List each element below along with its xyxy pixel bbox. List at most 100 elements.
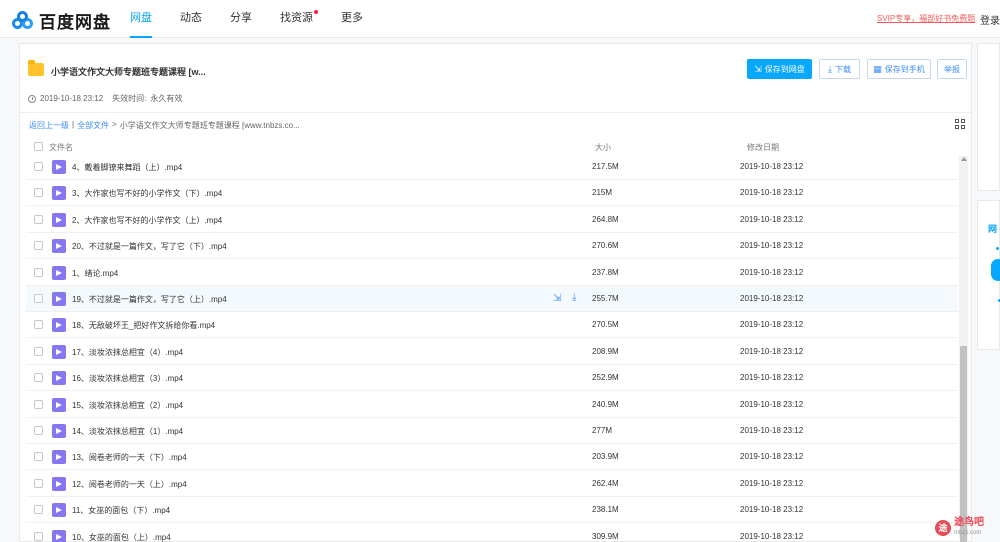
decor-dot [996,247,999,250]
table-row[interactable]: 1、绪论.mp4 237.8M 2019-10-18 23:12 [26,260,958,286]
table-row[interactable]: 15、淡妆浓抹总相宜（2）.mp4 240.9M 2019-10-18 23:12 [26,392,958,418]
column-header-date[interactable]: 修改日期 [747,142,779,153]
table-row[interactable]: 2、大作家也写不好的小学作文（上）.mp4 264.8M 2019-10-18 23… [26,207,958,233]
row-checkbox[interactable] [34,399,43,409]
file-name[interactable]: 14、淡妆浓抹总相宜（1）.mp4 [72,426,183,437]
watermark-text: 途鸟吧 tnbzs.com [954,518,984,538]
file-name[interactable]: 2、大作家也写不好的小学作文（上）.mp4 [72,215,222,226]
report-button[interactable]: 举报 [937,59,967,79]
svip-promo-link[interactable]: SVIP专享，福部好书免费题 [877,13,975,24]
table-header: 文件名 大小 修改日期 [26,139,958,154]
table-row[interactable]: 12、阅卷老师的一天（上）.mp4 262.4M 2019-10-18 23:12 [26,471,958,497]
file-size: 238.1M [592,505,619,515]
file-name[interactable]: 10、女巫的面包（上）.mp4 [72,532,171,542]
file-name[interactable]: 4、戴着脚镣来舞蹈（上）.mp4 [72,162,182,173]
column-header-name[interactable]: 文件名 [49,142,73,153]
file-name[interactable]: 12、阅卷老师的一天（上）.mp4 [72,479,187,490]
grid-view-icon[interactable] [955,119,965,129]
nav-netdisk[interactable]: 网盘 [130,0,152,38]
nav-find-resources[interactable]: 找资源 [280,0,318,38]
folder-icon [28,60,44,76]
file-date: 2019-10-18 23:12 [740,162,804,171]
row-checkbox[interactable] [34,426,43,435]
file-name[interactable]: 19、不过就是一篇作文，写了它（上）.mp4 [72,294,227,305]
file-name[interactable]: 20、不过就是一篇作文，写了它（下）.mp4 [72,241,227,252]
row-checkbox[interactable] [34,478,43,488]
row-checkbox[interactable] [34,294,43,303]
file-size: 262.4M [592,478,619,488]
table-row[interactable]: 19、不过就是一篇作文，写了它（上）.mp4 ⇲ ⤓ 255.7M 2019-10-18… [26,286,958,312]
table-row[interactable]: 10、女巫的面包（上）.mp4 309.9M 2019-10-18 23:12 [26,524,958,542]
table-row[interactable]: 14、淡妆浓抹总相宜（1）.mp4 277M 2019-10-18 23:12 [26,418,958,444]
table-row[interactable]: 20、不过就是一篇作文，写了它（下）.mp4 270.6M 2019-10-18 2… [26,233,958,260]
nav-activity[interactable]: 动态 [180,0,202,38]
logo-text: 百度网盘 [39,13,111,32]
file-name[interactable]: 11、女巫的面包（下）.mp4 [72,505,170,516]
row-checkbox[interactable] [34,531,43,541]
table-row[interactable]: 18、无敌破坏王_把好作文拆给你看.mp4 270.5M 2019-10-18 23… [26,312,958,339]
row-checkbox[interactable] [34,373,43,383]
row-checkbox[interactable] [34,320,43,330]
nav-share[interactable]: 分享 [230,0,252,38]
file-date: 2019-10-18 23:12 [740,267,804,277]
save-icon: ⇲ [754,63,762,74]
table-row[interactable]: 3、大作家也写不好的小学作文（下）.mp4 215M 2019-10-18 23:1… [26,180,958,207]
row-checkbox[interactable] [34,267,43,277]
baidu-netdisk-logo[interactable]: 百度网盘 [12,8,111,33]
save-to-netdisk-button[interactable]: ⇲ 保存到网盘 [747,59,812,79]
file-date: 2019-10-18 23:12 [740,399,804,409]
nav-more[interactable]: 更多 [341,0,363,38]
file-size: 237.8M [592,267,619,277]
select-all-checkbox[interactable] [34,142,43,151]
video-file-icon [52,450,66,465]
file-name[interactable]: 15、淡妆浓抹总相宜（2）.mp4 [72,400,183,411]
table-row[interactable]: 4、戴着脚镣来舞蹈（上）.mp4 217.5M 2019-10-18 23:12 [26,154,958,180]
watermark-title: 途鸟吧 [954,517,984,528]
video-file-icon [52,160,66,174]
download-button[interactable]: ⤓ 下载 [819,59,860,79]
login-link[interactable]: 登录 [980,12,1000,27]
file-date: 2019-10-18 23:12 [740,188,804,198]
scrollbar[interactable] [959,156,968,542]
row-checkbox[interactable] [34,162,43,171]
file-size: 277M [592,426,613,435]
save-to-phone-label: 保存到手机 [884,64,925,74]
row-download-icon[interactable]: ⤓ [572,292,584,304]
table-row[interactable]: 16、淡妆浓抹总相宜（3）.mp4 252.9M 2019-10-18 23:12 [26,365,958,392]
row-save-icon[interactable]: ⇲ [553,293,565,305]
column-header-size[interactable]: 大小 [595,142,611,153]
row-checkbox[interactable] [34,188,43,198]
file-name[interactable]: 18、无敌破坏王_把好作文拆给你看.mp4 [72,320,215,331]
row-checkbox[interactable] [34,346,43,356]
scroll-up-arrow-icon[interactable] [961,157,967,161]
expiry-label: 失效时间: [112,94,147,103]
share-panel: 小学语文作文大师专题班专题课程 [w... ⇲ 保存到网盘 ⤓ 下载 ▦ 保存到… [19,43,972,542]
video-file-icon [52,292,66,306]
row-checkbox[interactable] [34,505,43,515]
scrollbar-thumb[interactable] [960,346,967,542]
row-checkbox[interactable] [34,241,43,251]
nav-find-resources-label: 找资源 [280,12,313,24]
table-row[interactable]: 11、女巫的面包（下）.mp4 238.1M 2019-10-18 23:12 [26,497,958,524]
table-row[interactable]: 17、淡妆浓抹总相宜（4）.mp4 208.9M 2019-10-18 23:12 [26,339,958,365]
file-size: 270.5M [592,320,619,330]
file-name[interactable]: 17、淡妆浓抹总相宜（4）.mp4 [72,347,183,358]
video-file-icon [52,239,66,254]
file-name[interactable]: 1、绪论.mp4 [72,268,118,279]
table-row[interactable]: 13、阅卷老师的一天（下）.mp4 203.9M 2019-10-18 23:12 [26,444,958,471]
file-name[interactable]: 16、淡妆浓抹总相宜（3）.mp4 [72,373,183,384]
file-size: 203.9M [592,452,619,462]
save-to-phone-button[interactable]: ▦ 保存到手机 [867,59,931,79]
video-file-icon [52,476,66,491]
main-nav: 网盘 动态 分享 找资源 更多 [130,0,391,38]
file-name[interactable]: 13、阅卷老师的一天（下）.mp4 [72,452,187,463]
file-name[interactable]: 3、大作家也写不好的小学作文（下）.mp4 [72,188,222,199]
breadcrumb-back-link[interactable]: 返回上一级 [29,120,69,131]
row-checkbox[interactable] [34,452,43,462]
breadcrumb-separator: | [72,120,75,129]
file-size: 217.5M [592,162,619,171]
row-checkbox[interactable] [34,214,43,224]
file-date: 2019-10-18 23:12 [740,505,804,515]
breadcrumb-all-files-link[interactable]: 全部文件 [77,120,109,131]
file-size: 215M [592,188,613,198]
